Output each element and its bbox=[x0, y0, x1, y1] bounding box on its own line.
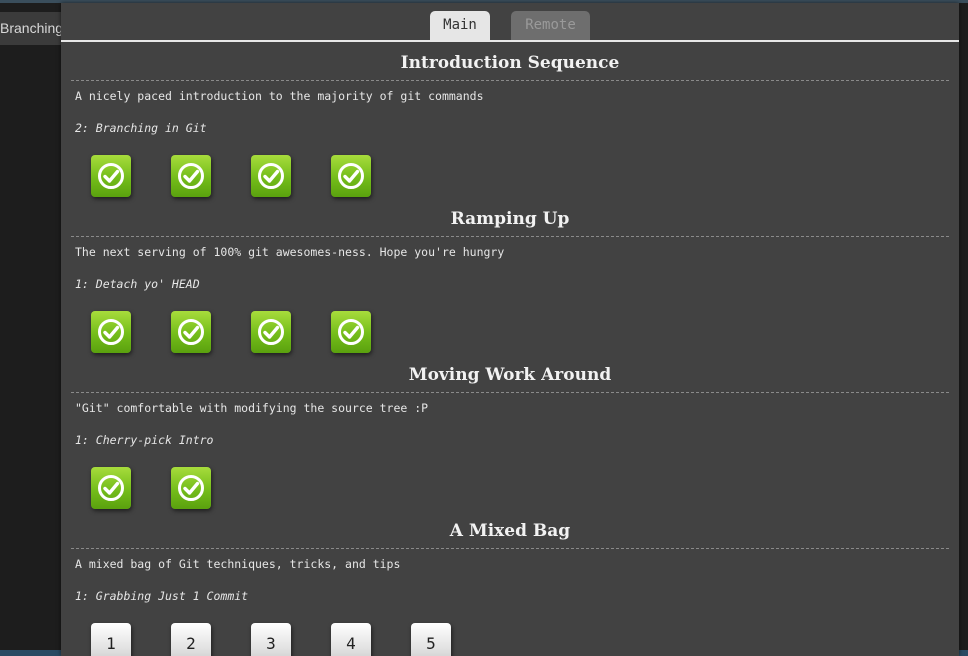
section-title-moving-work-around: Moving Work Around bbox=[408, 365, 612, 385]
section-title-ramping-up: Ramping Up bbox=[450, 209, 570, 229]
level-button-complete[interactable] bbox=[91, 467, 131, 509]
level-number: 3 bbox=[266, 634, 276, 653]
section-about: The next serving of 100% git awesomes-ne… bbox=[75, 245, 505, 259]
section-about: A nicely paced introduction to the major… bbox=[75, 89, 484, 103]
level-button-3[interactable]: 3 bbox=[251, 623, 291, 656]
check-icon bbox=[338, 319, 364, 345]
check-icon bbox=[98, 163, 124, 189]
level-button-complete[interactable] bbox=[171, 311, 211, 353]
check-icon bbox=[178, 319, 204, 345]
section-about: "Git" comfortable with modifying the sou… bbox=[75, 401, 429, 415]
section-title-introduction-sequence: Introduction Sequence bbox=[400, 53, 620, 73]
level-button-complete[interactable] bbox=[91, 311, 131, 353]
sequence-tabs: Main Remote bbox=[61, 3, 959, 42]
section-divider bbox=[71, 236, 949, 237]
level-button-complete[interactable] bbox=[171, 467, 211, 509]
check-icon bbox=[98, 319, 124, 345]
level-button-complete[interactable] bbox=[91, 155, 131, 197]
level-button-complete[interactable] bbox=[251, 311, 291, 353]
check-icon bbox=[98, 475, 124, 501]
check-icon bbox=[258, 163, 284, 189]
level-button-5[interactable]: 5 bbox=[411, 623, 451, 656]
current-level-name: 1: Grabbing Just 1 Commit bbox=[75, 589, 249, 603]
level-button-complete[interactable] bbox=[331, 155, 371, 197]
level-button-complete[interactable] bbox=[171, 155, 211, 197]
current-level-name: 1: Cherry-pick Intro bbox=[75, 433, 214, 447]
level-button-complete[interactable] bbox=[251, 155, 291, 197]
check-icon bbox=[178, 475, 204, 501]
section-title-a-mixed-bag: A Mixed Bag bbox=[449, 521, 571, 541]
tab-remote[interactable]: Remote bbox=[511, 11, 590, 40]
level-number: 1 bbox=[106, 634, 116, 653]
level-button-2[interactable]: 2 bbox=[171, 623, 211, 656]
level-number: 5 bbox=[426, 634, 436, 653]
level-number: 4 bbox=[346, 634, 356, 653]
section-divider bbox=[71, 80, 949, 81]
current-level-name: 2: Branching in Git bbox=[75, 121, 207, 135]
level-button-4[interactable]: 4 bbox=[331, 623, 371, 656]
check-icon bbox=[178, 163, 204, 189]
check-icon bbox=[258, 319, 284, 345]
section-divider bbox=[71, 548, 949, 549]
current-level-name: 1: Detach yo' HEAD bbox=[75, 277, 200, 291]
level-button-complete[interactable] bbox=[331, 311, 371, 353]
section-divider bbox=[71, 392, 949, 393]
tab-main[interactable]: Main bbox=[430, 11, 490, 40]
level-button-1[interactable]: 1 bbox=[91, 623, 131, 656]
level-number: 2 bbox=[186, 634, 196, 653]
section-about: A mixed bag of Git techniques, tricks, a… bbox=[75, 557, 401, 571]
level-select-panel: Main Remote Introduction Sequence A nice… bbox=[61, 3, 959, 656]
check-icon bbox=[338, 163, 364, 189]
background-branching-tab[interactable]: Branching bbox=[0, 12, 61, 45]
